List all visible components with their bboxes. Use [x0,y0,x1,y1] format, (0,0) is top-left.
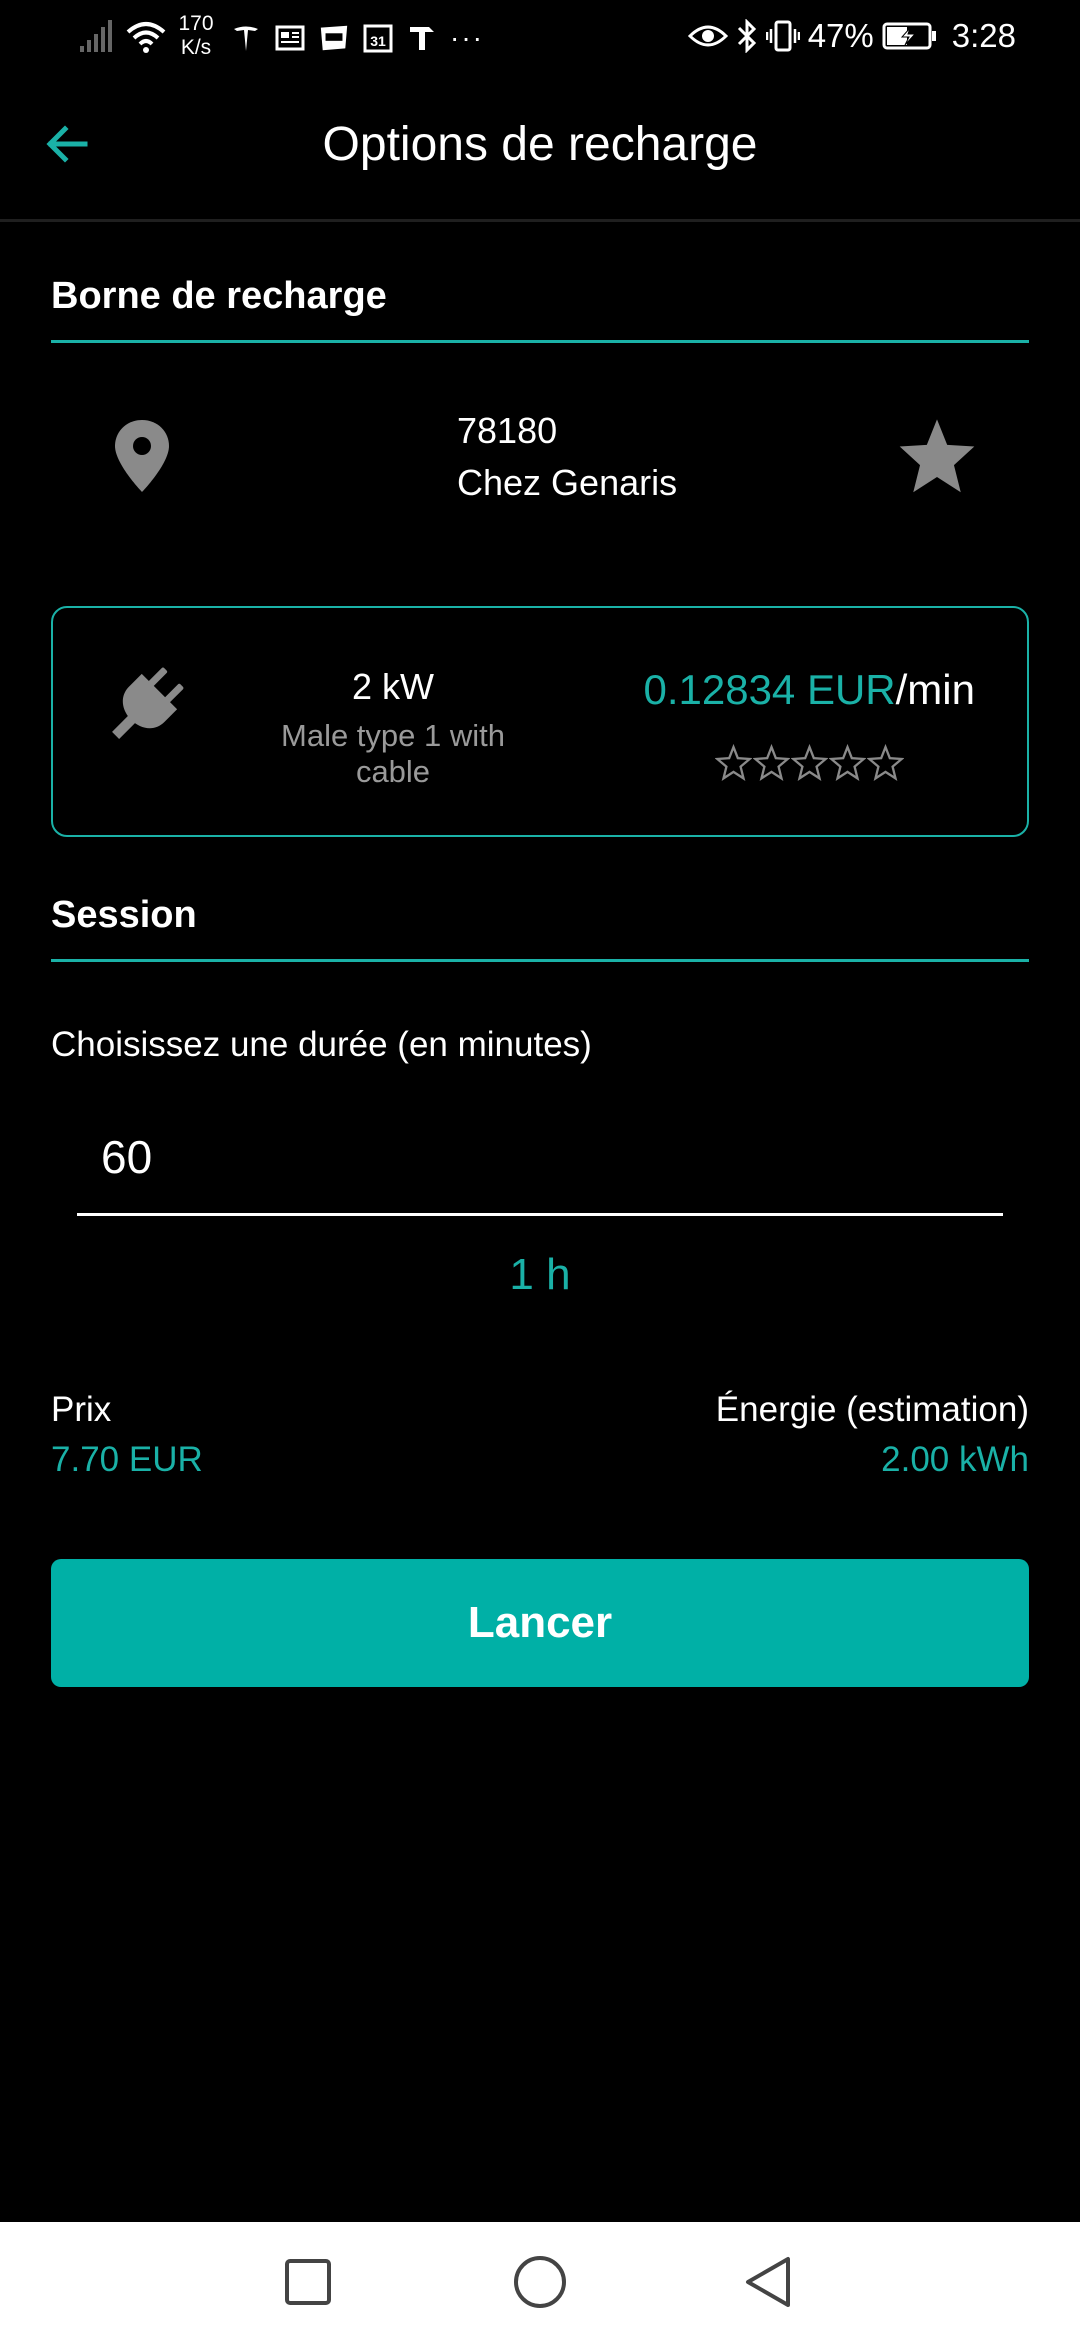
launch-button[interactable]: Lancer [51,1559,1029,1687]
star-outline-icon [753,744,790,781]
system-nav-bar [0,2222,1080,2340]
hammer-icon [406,22,438,54]
status-bar: 170 K/s 31 ··· 47% 3:28 [0,0,1080,75]
signal-icon [80,20,112,52]
notification-icons: 31 ··· [230,18,484,58]
connector-power: 2 kW [351,666,434,707]
star-outline-icon [715,744,752,781]
network-speed-unit: K/s [180,36,212,59]
price-value: 7.70 EUR [51,1440,203,1479]
home-button[interactable] [502,2244,578,2320]
wifi-icon [126,22,166,53]
recent-apps-button[interactable] [270,2244,346,2320]
clock: 3:28 [951,17,1016,54]
calendar-31-icon: 31 [362,22,394,54]
network-speed-value: 170 [178,12,214,35]
connector-price-unit: /min [895,666,975,713]
price-label: Prix [51,1390,112,1429]
station-info: 78180 Chez Genaris [457,405,677,509]
eye-icon [687,25,728,47]
circle-icon [514,2256,566,2308]
news-icon [274,22,306,54]
square-icon [285,2259,331,2305]
battery-percent: 47% [807,17,874,54]
battery-charging-icon [882,22,936,50]
status-bar-right: 47% 3:28 [687,14,1016,58]
rating-stars [715,744,904,781]
session-section-header: Session [51,894,1029,962]
bluetooth-icon [737,19,756,53]
connector-card[interactable]: 2 kW Male type 1 with cable 0.12834 EUR/… [51,606,1029,837]
station-postal-code: 78180 [457,410,558,451]
star-icon [899,419,975,493]
location-pin-icon [115,420,169,492]
connector-type: Male type 1 with cable [281,718,505,789]
network-speed: 170 K/s [172,12,220,60]
station-section-header: Borne de recharge [51,275,1029,343]
energy-label: Énergie (estimation) [715,1390,1029,1429]
vibrate-icon [765,20,800,52]
tesla-icon [230,22,262,54]
energy-value: 2.00 kWh [881,1440,1029,1479]
triangle-back-icon [746,2257,790,2307]
app-bar: Options de recharge [0,75,1080,222]
star-outline-icon [791,744,828,781]
plug-icon [112,667,184,739]
duration-display: 1 h [509,1250,571,1299]
favorite-button[interactable] [894,412,980,498]
webtoon-icon [318,22,350,54]
more-notifications-icon: ··· [450,22,484,53]
connector-price: 0.12834 EUR/min [643,666,975,714]
station-name: Chez Genaris [457,462,678,503]
star-outline-icon [867,744,904,781]
duration-input[interactable] [77,1100,1003,1216]
connector-price-amount: 0.12834 EUR [643,666,896,713]
star-outline-icon [829,744,866,781]
svg-text:31: 31 [370,33,386,49]
system-back-button[interactable] [730,2244,806,2320]
duration-label: Choisissez une durée (en minutes) [51,1025,592,1064]
page-title: Options de recharge [322,118,758,171]
